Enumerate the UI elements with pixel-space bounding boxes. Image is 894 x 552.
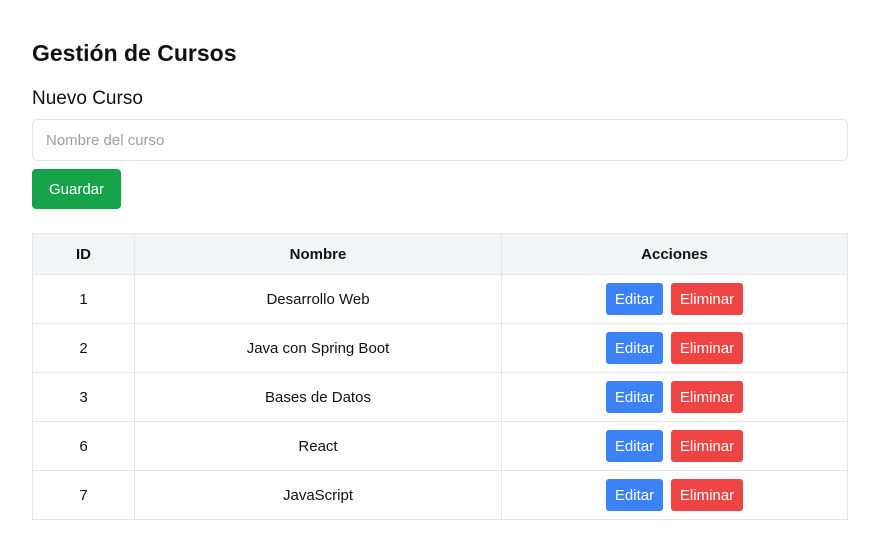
column-header-name: Nombre bbox=[134, 233, 502, 275]
delete-button[interactable]: Eliminar bbox=[671, 479, 743, 511]
new-course-heading: Nuevo Curso bbox=[32, 88, 143, 109]
cell-actions: Editar Eliminar bbox=[501, 421, 848, 471]
table-header-row: ID Nombre Acciones bbox=[32, 233, 848, 275]
cell-id: 6 bbox=[32, 421, 135, 471]
cell-id: 2 bbox=[32, 323, 135, 373]
save-button[interactable]: Guardar bbox=[32, 169, 121, 209]
delete-button[interactable]: Eliminar bbox=[671, 283, 743, 315]
cell-id: 7 bbox=[32, 470, 135, 520]
edit-button[interactable]: Editar bbox=[606, 332, 663, 364]
cell-name: Bases de Datos bbox=[134, 372, 502, 422]
column-header-id: ID bbox=[32, 233, 135, 275]
delete-button[interactable]: Eliminar bbox=[671, 430, 743, 462]
delete-button[interactable]: Eliminar bbox=[671, 381, 743, 413]
edit-button[interactable]: Editar bbox=[606, 283, 663, 315]
delete-button[interactable]: Eliminar bbox=[671, 332, 743, 364]
table-row: 1 Desarrollo Web Editar Eliminar bbox=[32, 274, 848, 324]
page-title: Gestión de Cursos bbox=[32, 40, 237, 66]
row-actions: Editar Eliminar bbox=[606, 430, 743, 462]
row-actions: Editar Eliminar bbox=[606, 283, 743, 315]
table-row: 6 React Editar Eliminar bbox=[32, 421, 848, 471]
cell-name: Desarrollo Web bbox=[134, 274, 502, 324]
column-header-actions: Acciones bbox=[501, 233, 848, 275]
cell-actions: Editar Eliminar bbox=[501, 372, 848, 422]
edit-button[interactable]: Editar bbox=[606, 430, 663, 462]
cell-name: Java con Spring Boot bbox=[134, 323, 502, 373]
edit-button[interactable]: Editar bbox=[606, 381, 663, 413]
cell-actions: Editar Eliminar bbox=[501, 470, 848, 520]
course-management-page: Gestión de Cursos Nuevo Curso Guardar ID… bbox=[0, 0, 894, 552]
row-actions: Editar Eliminar bbox=[606, 332, 743, 364]
course-name-input[interactable] bbox=[32, 119, 848, 161]
cell-id: 1 bbox=[32, 274, 135, 324]
cell-actions: Editar Eliminar bbox=[501, 323, 848, 373]
cell-id: 3 bbox=[32, 372, 135, 422]
cell-name: React bbox=[134, 421, 502, 471]
row-actions: Editar Eliminar bbox=[606, 479, 743, 511]
table-row: 2 Java con Spring Boot Editar Eliminar bbox=[32, 323, 848, 373]
edit-button[interactable]: Editar bbox=[606, 479, 663, 511]
courses-table: ID Nombre Acciones 1 Desarrollo Web Edit… bbox=[32, 233, 848, 520]
cell-name: JavaScript bbox=[134, 470, 502, 520]
table-row: 7 JavaScript Editar Eliminar bbox=[32, 470, 848, 520]
table-row: 3 Bases de Datos Editar Eliminar bbox=[32, 372, 848, 422]
row-actions: Editar Eliminar bbox=[606, 381, 743, 413]
cell-actions: Editar Eliminar bbox=[501, 274, 848, 324]
